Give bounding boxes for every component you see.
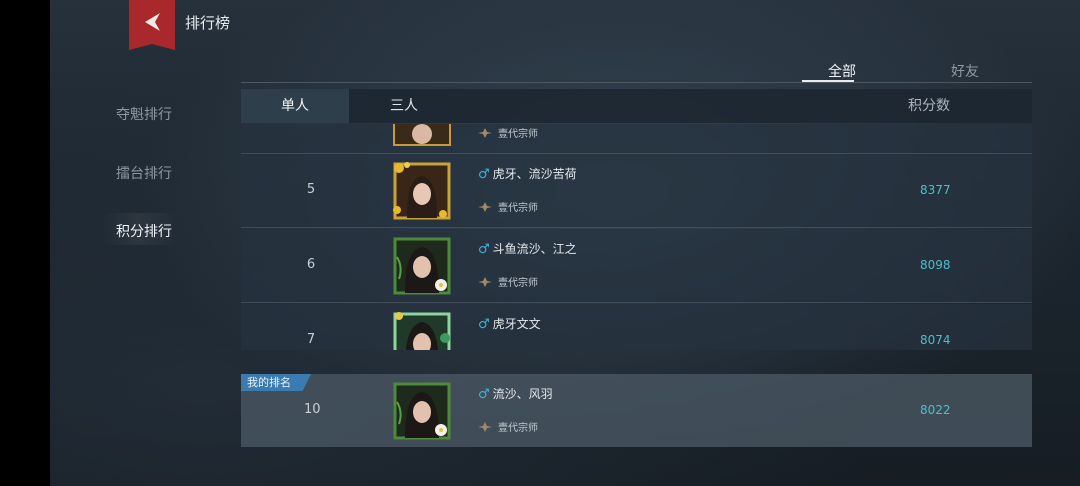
table-row[interactable]: 5 ♂ 虎牙、流沙苦荷 壹代宗师 8377 [241,154,1032,228]
rank-number: 5 [306,182,316,197]
screen-edge [0,0,50,486]
my-rank-badge: 我的排名 [241,374,311,391]
player-score: 8074 [920,333,951,347]
player-title: 壹代宗师 [478,199,538,214]
title-emblem-icon [478,202,492,212]
rank-number: 7 [306,332,316,347]
player-score: 8098 [920,258,951,272]
back-arrow-icon [145,13,160,31]
title-emblem-icon [478,277,492,287]
my-title: 壹代宗师 [478,419,538,434]
player-name: ♂ 虎牙文文 [478,317,541,332]
table-row[interactable]: 6 ♂ 斗鱼流沙、江之 壹代宗师 8098 [241,229,1032,303]
title-emblem-icon [478,422,492,432]
player-score: 8377 [920,183,951,197]
filter-divider [241,82,1032,83]
tab-friends[interactable]: 好友 [925,61,1005,81]
score-column-header: 积分数 [908,98,950,114]
player-title: 壹代宗师 [478,274,538,289]
sidebar-item-duokui[interactable]: 夺魁排行 [116,104,172,124]
player-name: ♂ 斗鱼流沙、江之 [478,242,577,257]
my-name: ♂ 流沙、风羽 [478,387,553,402]
tab-all-indicator [802,80,854,82]
player-avatar [393,312,451,350]
back-button[interactable] [129,0,175,50]
tab-solo[interactable]: 单人 [241,89,349,123]
player-name: ♂ 虎牙、流沙苦荷 [478,167,577,182]
my-rank-number: 10 [304,402,321,417]
rank-number: 6 [306,257,316,272]
tab-trio[interactable]: 三人 [390,89,418,123]
table-row[interactable]: 7 ♂ 虎牙文文 8074 [241,304,1032,350]
page-title: 排行榜 [185,14,231,32]
my-score: 8022 [920,403,951,417]
male-icon: ♂ [478,242,490,257]
table-row[interactable]: 壹代宗师 [241,124,1032,154]
player-avatar [393,124,451,146]
male-icon: ♂ [478,167,490,182]
player-avatar [393,237,451,295]
tab-all[interactable]: 全部 [802,61,882,81]
my-avatar [393,382,451,440]
sidebar-item-leitai[interactable]: 擂台排行 [116,163,172,183]
male-icon: ♂ [478,387,490,402]
sidebar-item-points[interactable]: 积分排行 [116,221,172,241]
my-rank-row[interactable]: 10 ♂ 流沙、风羽 壹代宗师 8022 [241,374,1032,447]
player-title: 壹代宗师 [478,125,538,140]
player-avatar [393,162,451,220]
male-icon: ♂ [478,317,490,332]
title-emblem-icon [478,128,492,138]
ranking-list[interactable]: 壹代宗师 5 ♂ 虎牙、流沙苦荷 壹代宗师 8377 6 ♂ 斗鱼流沙、江之 壹… [241,124,1032,350]
